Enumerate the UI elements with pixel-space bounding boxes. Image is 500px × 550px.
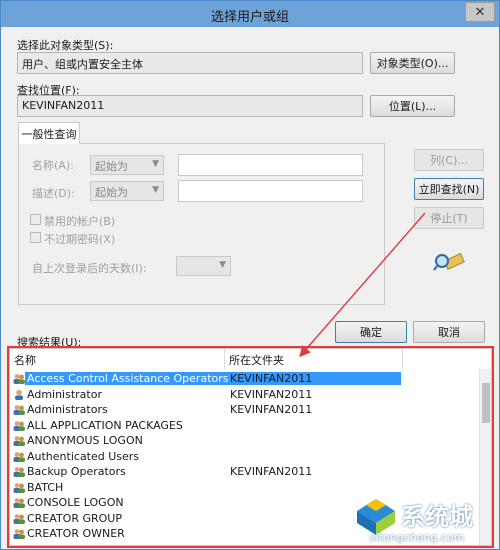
scrollbar-thumb[interactable]: [482, 383, 490, 423]
table-row[interactable]: BATCH: [10, 480, 480, 496]
row-name: ALL APPLICATION PACKAGES: [27, 418, 183, 432]
table-row[interactable]: Backup Operators KEVINFAN2011: [10, 464, 480, 480]
column-header-folder[interactable]: 所在文件夹: [225, 349, 403, 369]
table-row[interactable]: Administrator KEVINFAN2011: [10, 387, 480, 403]
stop-button[interactable]: 停止(T): [414, 207, 484, 229]
description-mode-select[interactable]: 起始为 ▼: [90, 181, 164, 201]
days-since-logon-label: 自上次登录后的天数(I):: [32, 262, 147, 275]
row-name: Administrators: [27, 403, 108, 416]
row-name: Administrator: [27, 387, 102, 401]
group-icon: [13, 513, 25, 524]
name-mode-select[interactable]: 起始为 ▼: [90, 155, 164, 175]
group-icon: [13, 436, 25, 446]
name-mode-value: 起始为: [95, 160, 128, 173]
table-row[interactable]: Authenticated Users: [10, 449, 480, 465]
chevron-down-icon: ▼: [219, 260, 226, 270]
table-row[interactable]: Access Control Assistance Operators KEVIN…: [10, 371, 480, 387]
row-name: CONSOLE LOGON: [27, 496, 124, 509]
description-input[interactable]: [178, 180, 363, 202]
user-icon: [15, 389, 23, 400]
close-icon: ✕: [474, 4, 486, 20]
close-button[interactable]: ✕: [465, 2, 495, 22]
group-icon: [13, 374, 25, 384]
table-row[interactable]: ANONYMOUS LOGON: [10, 433, 480, 449]
search-icon: [433, 252, 465, 271]
column-header-name[interactable]: 名称: [10, 349, 225, 369]
group-icon: [13, 498, 25, 508]
group-icon: [13, 451, 25, 462]
disabled-accounts-checkbox[interactable]: [30, 214, 41, 225]
location-value: KEVINFAN2011: [17, 95, 363, 117]
description-mode-value: 起始为: [95, 186, 128, 199]
table-row[interactable]: Administrators KEVINFAN2011: [10, 402, 480, 418]
tab-common-queries[interactable]: 一般性查询: [18, 122, 80, 144]
group-icon: [13, 529, 25, 539]
dialog-title: 选择用户或组: [210, 10, 289, 25]
name-label: 名称(A):: [32, 159, 74, 172]
row-folder: KEVINFAN2011: [230, 372, 313, 385]
locations-button[interactable]: 位置(L)...: [370, 95, 455, 117]
group-icon: [13, 482, 25, 493]
row-name: ANONYMOUS LOGON: [27, 434, 143, 447]
title-bar[interactable]: 选择用户或组 ✕: [1, 1, 499, 27]
row-name: Backup Operators: [27, 465, 126, 478]
row-folder: KEVINFAN2011: [230, 387, 313, 401]
disabled-accounts-label: 禁用的帐户(B): [44, 215, 116, 228]
chevron-down-icon: ▼: [152, 185, 159, 195]
object-type-label: 选择此对象类型(S):: [17, 39, 114, 52]
find-now-button[interactable]: 立即查找(N): [414, 178, 484, 200]
row-name: CREATOR OWNER: [27, 527, 125, 540]
row-name: BATCH: [27, 480, 64, 494]
group-icon: [13, 467, 25, 477]
non-expiring-password-label: 不过期密码(X): [44, 233, 116, 246]
row-name: Authenticated Users: [27, 449, 140, 463]
row-name: Access Control Assistance Operators: [25, 372, 401, 385]
table-row[interactable]: ALL APPLICATION PACKAGES: [10, 418, 480, 434]
group-icon: [13, 405, 25, 415]
days-since-logon-select[interactable]: ▼: [176, 256, 231, 276]
chevron-down-icon: ▼: [152, 159, 159, 169]
select-users-dialog: 选择用户或组 ✕ 选择此对象类型(S): 用户、组或内置安全主体 对象类型(O)…: [0, 0, 500, 550]
watermark-url: xitongcheng.com: [369, 531, 465, 544]
group-icon: [13, 420, 25, 431]
columns-button[interactable]: 列(C)...: [414, 149, 484, 171]
description-label: 描述(D):: [32, 187, 75, 200]
ok-button[interactable]: 确定: [335, 321, 407, 343]
watermark-text: 系统城: [401, 503, 473, 531]
object-types-button[interactable]: 对象类型(O)...: [370, 52, 455, 74]
name-input[interactable]: [178, 154, 363, 176]
row-folder: KEVINFAN2011: [230, 403, 313, 416]
non-expiring-password-checkbox[interactable]: [30, 232, 41, 243]
watermark-logo: 系统城 xitongcheng.com: [347, 495, 497, 547]
cancel-button[interactable]: 取消: [413, 321, 485, 343]
row-name: CREATOR GROUP: [27, 511, 122, 525]
row-folder: KEVINFAN2011: [230, 465, 313, 478]
object-type-value: 用户、组或内置安全主体: [17, 52, 363, 74]
